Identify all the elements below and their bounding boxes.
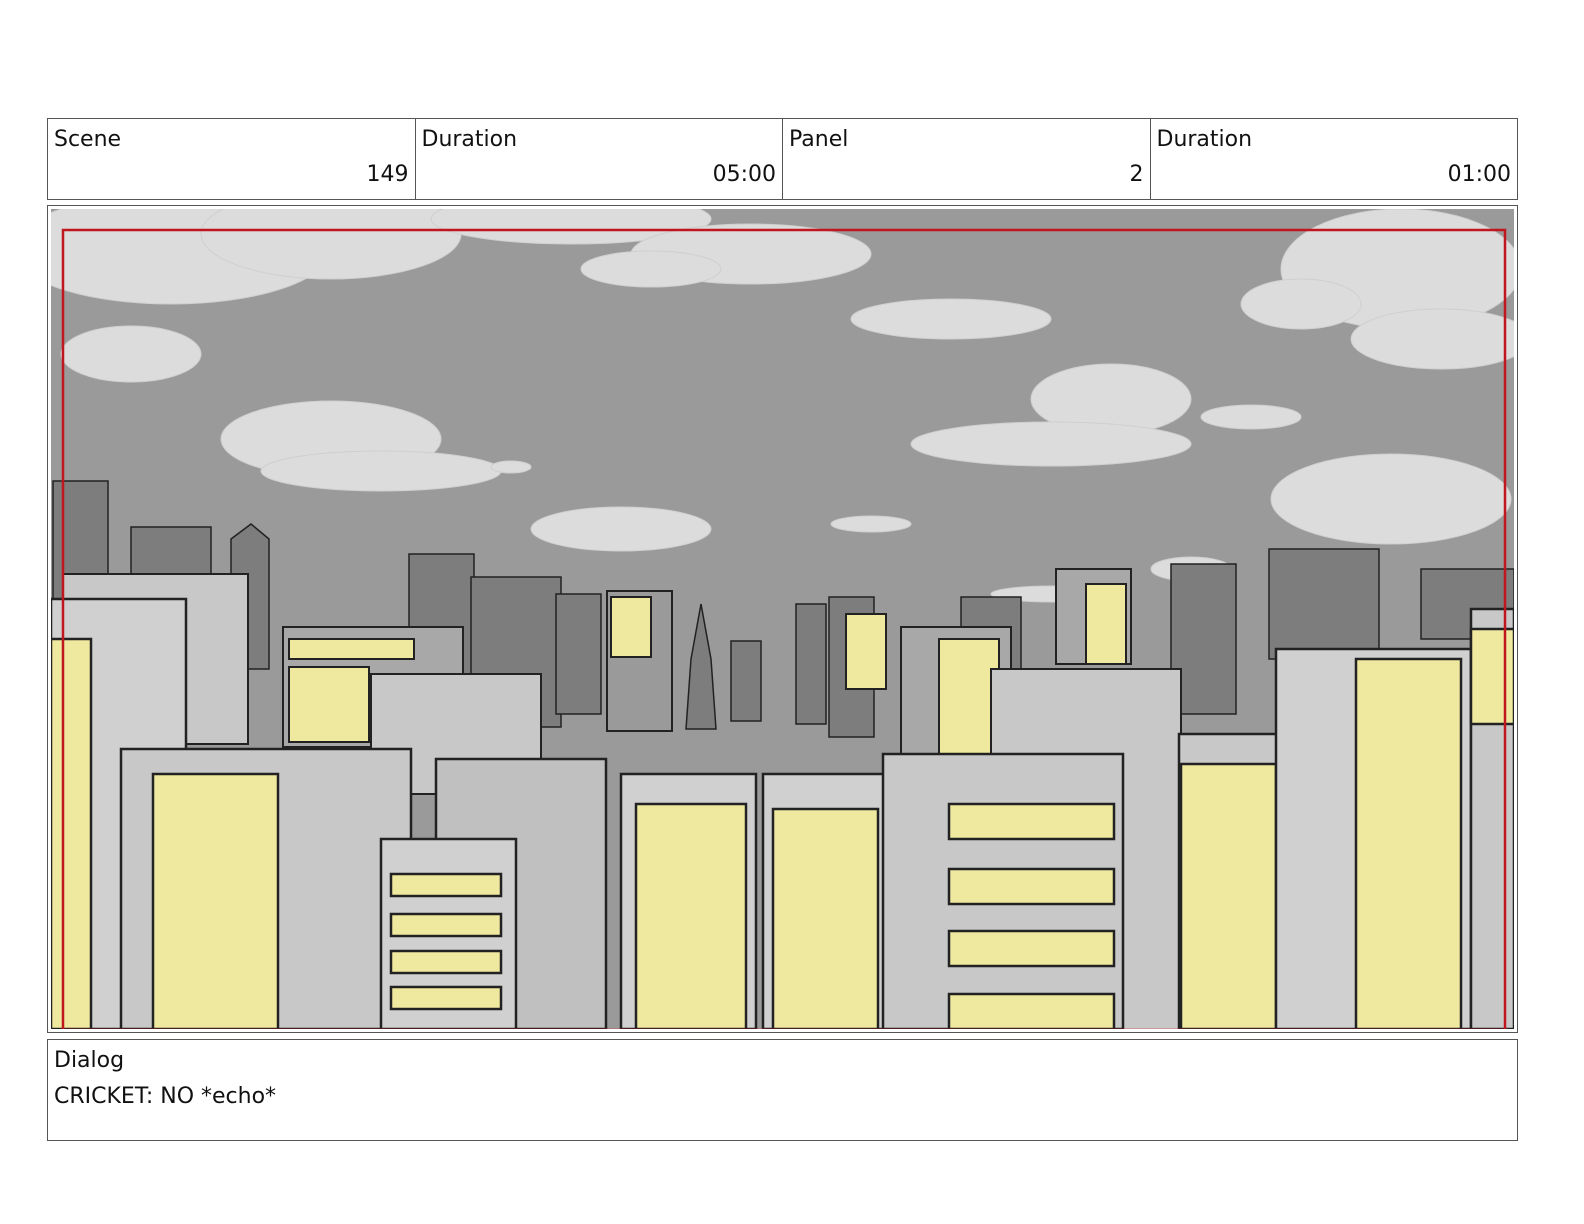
panel-info-header: Scene 149 Duration 05:00 Panel 2 Duratio… (47, 118, 1518, 200)
scene-duration-label: Duration (421, 127, 518, 152)
dialog-box: Dialog CRICKET: NO *echo* (47, 1039, 1518, 1141)
panel-label: Panel (789, 127, 849, 152)
panel-number: 2 (1129, 162, 1144, 187)
panel-cell: Panel 2 (783, 119, 1151, 199)
scene-cell: Scene 149 (48, 119, 416, 199)
panel-duration-label: Duration (1156, 127, 1253, 152)
city-skyline-illustration (51, 209, 1514, 1029)
dialog-label: Dialog (54, 1048, 125, 1073)
scene-duration-cell: Duration 05:00 (416, 119, 783, 199)
storyboard-panel-frame (47, 205, 1518, 1033)
scene-label: Scene (54, 127, 122, 152)
panel-duration-value: 01:00 (1447, 162, 1511, 187)
dialog-text: CRICKET: NO *echo* (54, 1084, 277, 1109)
scene-number: 149 (366, 162, 409, 187)
scene-duration-value: 05:00 (712, 162, 776, 187)
panel-duration-cell: Duration 01:00 (1151, 119, 1518, 199)
